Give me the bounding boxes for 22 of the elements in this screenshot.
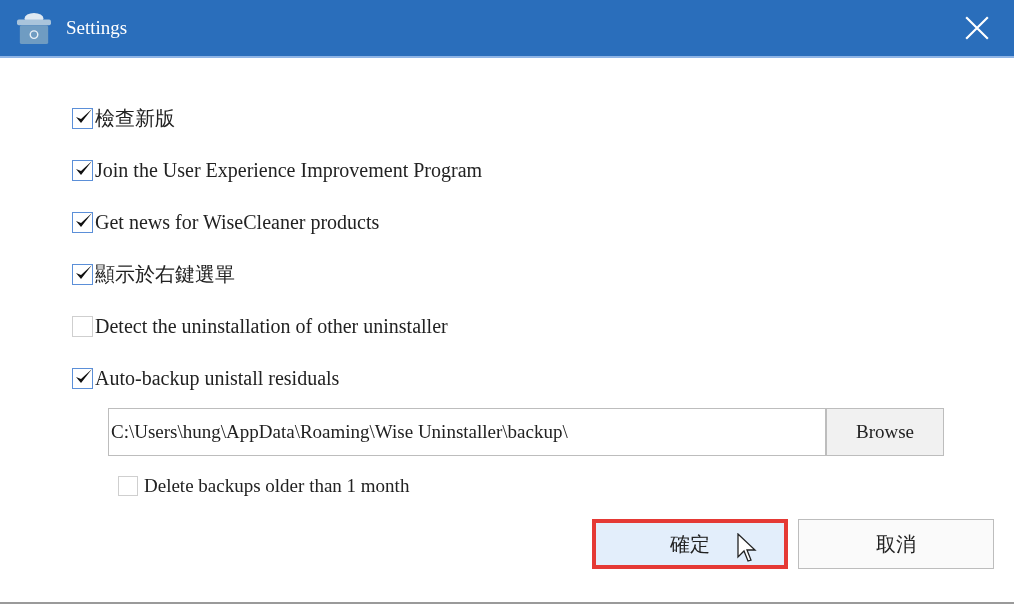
window-title: Settings (66, 15, 128, 40)
option-label: Join the User Experience Improvement Program (95, 160, 483, 180)
option-label: Delete backups older than 1 month (144, 474, 410, 498)
checkbox[interactable] (72, 107, 93, 129)
close-icon[interactable] (964, 15, 990, 41)
option-label: Get news for WiseCleaner products (95, 212, 380, 232)
ok-button[interactable]: 確定 (592, 518, 788, 569)
option-label: Auto-backup unistall residuals (95, 368, 340, 388)
path-field[interactable]: C:\Users\hung\AppData\Roaming\Wise Uninstaller\backup\ (108, 408, 826, 456)
option-label: 顯示於右鍵選單 (95, 264, 235, 284)
option-label: Detect the uninstallation of other uninstaller (95, 316, 448, 336)
checkbox[interactable] (72, 159, 93, 181)
checkbox[interactable] (72, 263, 93, 285)
recycle-bin-icon (14, 11, 54, 45)
checkbox[interactable] (72, 367, 93, 389)
checkbox[interactable] (72, 315, 93, 337)
cancel-button[interactable]: 取消 (798, 518, 994, 569)
option-label: 檢查新版 (95, 108, 175, 128)
checkbox[interactable] (118, 476, 138, 497)
checkbox[interactable] (72, 211, 93, 233)
browse-button[interactable]: Browse (826, 408, 944, 456)
cursor-icon (737, 532, 757, 563)
